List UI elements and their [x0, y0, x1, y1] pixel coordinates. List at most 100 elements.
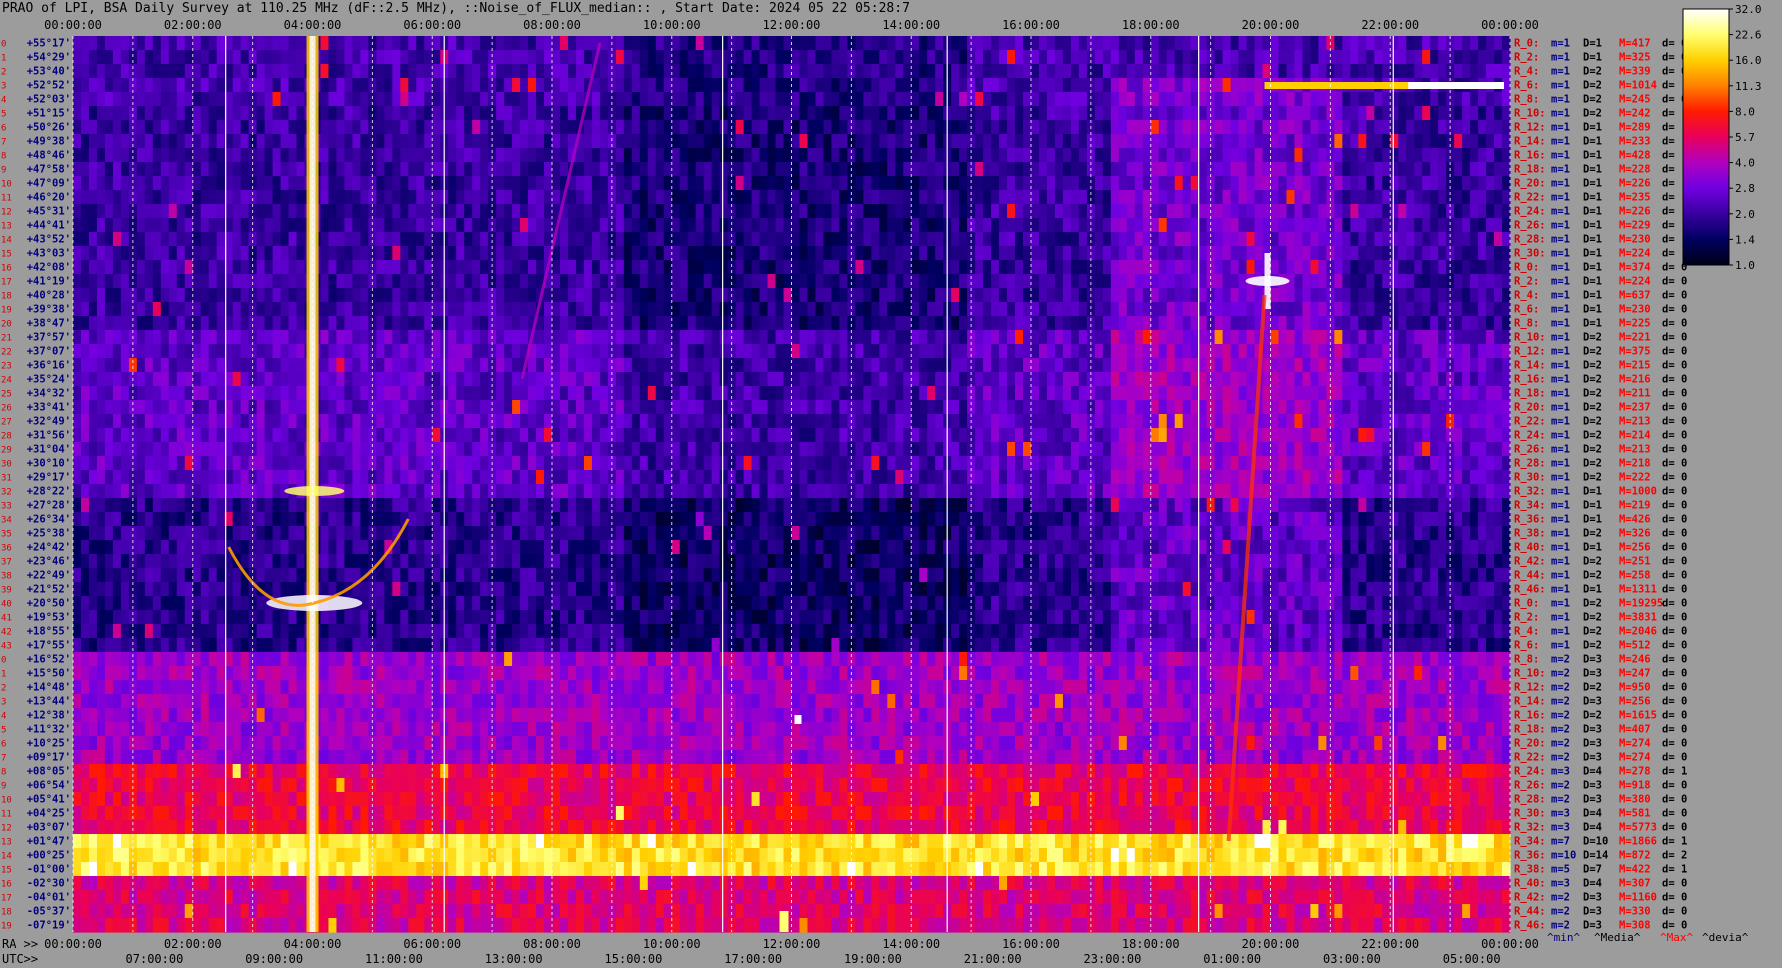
- beam-stat-field: R_0:: [1514, 262, 1539, 274]
- beam-stat-field: m=1: [1551, 472, 1570, 484]
- beam-stat-row: R_20: m=1 D=2 M=237 d= 0: [1514, 402, 1687, 414]
- row-index: 3: [1, 82, 6, 92]
- beam-stat-field: m=1: [1551, 640, 1570, 652]
- dec-tick: +17°55': [27, 640, 71, 652]
- beam-stat-field: d= 0: [1662, 612, 1687, 624]
- beam-stat-field: R_14:: [1514, 136, 1546, 148]
- beam-stat-field: d= 1: [1662, 836, 1687, 848]
- utc-tick: 19:00:00: [844, 952, 902, 966]
- beam-stat-field: m=1: [1551, 304, 1570, 316]
- beam-stat-row: R_28: m=1 D=2 M=218 d= 0: [1514, 458, 1687, 470]
- beam-stat-field: m=1: [1551, 584, 1570, 596]
- utc-tick: 05:00:00: [1443, 952, 1501, 966]
- ra-tick-bottom: 10:00:00: [643, 937, 701, 951]
- beam-stat-field: d= 0: [1662, 822, 1687, 834]
- beam-stat-field: M=235: [1619, 192, 1651, 204]
- ra-tick-bottom: 22:00:00: [1361, 937, 1419, 951]
- beam-stat-row: R_16: m=1 D=2 M=216 d= 0: [1514, 374, 1687, 386]
- beam-stat-field: R_8:: [1514, 654, 1539, 666]
- beam-stat-row: R_22: m=1 D=1 M=235 d=: [1514, 192, 1675, 204]
- beam-stat-field: D=1: [1583, 122, 1602, 134]
- beam-stat-row: R_24: m=1 D=2 M=214 d= 0: [1514, 430, 1687, 442]
- colorbar-tick: 1.4: [1735, 233, 1755, 246]
- beam-stat-field: m=7: [1551, 836, 1570, 848]
- beam-stat-field: d= 0: [1662, 626, 1687, 638]
- row-index: 14: [1, 236, 12, 246]
- beam-stat-field: m=1: [1551, 318, 1570, 330]
- beam-stat-field: M=229: [1619, 220, 1651, 232]
- row-index: 19: [1, 306, 12, 316]
- beam-stat-field: d= 2: [1662, 850, 1687, 862]
- beam-stat-field: D=2: [1583, 472, 1602, 484]
- beam-stat-field: d= 0: [1662, 892, 1687, 904]
- stat-legend-key: ^Media^: [1594, 931, 1641, 944]
- beam-stat-field: M=375: [1619, 346, 1651, 358]
- ra-tick-top: 10:00:00: [643, 18, 701, 32]
- beam-stat-field: d=: [1662, 150, 1675, 162]
- beam-stat-row: R_44: m=1 D=2 M=258 d= 0: [1514, 570, 1687, 582]
- beam-stat-field: d= 0: [1662, 304, 1687, 316]
- beam-stat-field: m=1: [1551, 346, 1570, 358]
- beam-stat-field: D=7: [1583, 864, 1602, 876]
- beam-stat-field: D=2: [1583, 416, 1602, 428]
- dec-tick: +36°16': [27, 360, 71, 372]
- beam-stat-field: D=1: [1583, 514, 1602, 526]
- colorbar-tick: 8.0: [1735, 105, 1755, 118]
- beam-stat-field: D=1: [1583, 318, 1602, 330]
- utc-tick: 17:00:00: [724, 952, 782, 966]
- beam-stat-field: M=289: [1619, 122, 1651, 134]
- ra-axis-label: RA >>: [2, 937, 38, 951]
- beam-stat-field: d= 0: [1662, 920, 1687, 932]
- beam-stat-field: R_30:: [1514, 248, 1546, 260]
- beam-stat-field: R_34:: [1514, 500, 1546, 512]
- beam-stat-field: d=: [1662, 178, 1675, 190]
- beam-stat-field: M=325: [1619, 52, 1651, 64]
- beam-stat-field: R_44:: [1514, 570, 1546, 582]
- row-index: 38: [1, 572, 12, 582]
- beam-stat-field: d= 0: [1662, 780, 1687, 792]
- beam-stat-field: d= 0: [1662, 290, 1687, 302]
- row-index: 5: [1, 110, 6, 120]
- beam-stat-field: m=1: [1551, 626, 1570, 638]
- beam-stat-field: M=230: [1619, 234, 1651, 246]
- row-index: 35: [1, 530, 12, 540]
- beam-stat-field: D=2: [1583, 640, 1602, 652]
- beam-stat-field: R_18:: [1514, 388, 1546, 400]
- beam-stat-field: D=4: [1583, 766, 1602, 778]
- beam-stat-field: D=2: [1583, 346, 1602, 358]
- beam-stat-field: d= 0: [1662, 514, 1687, 526]
- beam-stat-row: R_16: m=1 D=1 M=428 d=: [1514, 150, 1675, 162]
- utc-tick: 01:00:00: [1203, 952, 1261, 966]
- row-index: 33: [1, 502, 12, 512]
- colorbar-tick: 32.0: [1735, 3, 1762, 16]
- beam-stat-field: m=2: [1551, 682, 1570, 694]
- ra-tick-bottom: 16:00:00: [1002, 937, 1060, 951]
- beam-stat-row: R_10: m=2 D=3 M=247 d= 0: [1514, 668, 1687, 680]
- beam-stat-field: M=950: [1619, 682, 1651, 694]
- heatmap-chart: 00:00:0000:00:0002:00:0002:00:0004:00:00…: [0, 0, 1782, 968]
- beam-stat-field: R_10:: [1514, 332, 1546, 344]
- beam-stat-field: d= 0: [1662, 458, 1687, 470]
- beam-stat-field: R_2:: [1514, 52, 1539, 64]
- beam-stat-field: M=380: [1619, 794, 1651, 806]
- dec-tick: +47°09': [27, 178, 71, 190]
- beam-stat-row: R_8: m=2 D=3 M=246 d= 0: [1514, 654, 1687, 666]
- beam-stat-field: M=872: [1619, 850, 1651, 862]
- row-index: 24: [1, 376, 12, 386]
- beam-stat-row: R_2: m=1 D=1 M=325 d= 0: [1514, 52, 1687, 64]
- dec-tick: +01°47': [27, 836, 71, 848]
- beam-stat-field: R_8:: [1514, 94, 1539, 106]
- beam-stat-field: m=1: [1551, 136, 1570, 148]
- beam-stat-field: d= 0: [1662, 360, 1687, 372]
- beam-stat-field: d= 0: [1662, 696, 1687, 708]
- dec-tick: +05°41': [27, 794, 71, 806]
- beam-stat-field: M=228: [1619, 164, 1651, 176]
- beam-stat-field: M=213: [1619, 444, 1651, 456]
- beam-stat-field: D=2: [1583, 710, 1602, 722]
- dec-tick: +49°38': [27, 136, 71, 148]
- dec-tick: +43°03': [27, 248, 71, 260]
- beam-stat-field: D=2: [1583, 570, 1602, 582]
- beam-stat-field: M=224: [1619, 276, 1651, 288]
- beam-stat-field: D=1: [1583, 206, 1602, 218]
- dec-tick: +13°44': [27, 696, 71, 708]
